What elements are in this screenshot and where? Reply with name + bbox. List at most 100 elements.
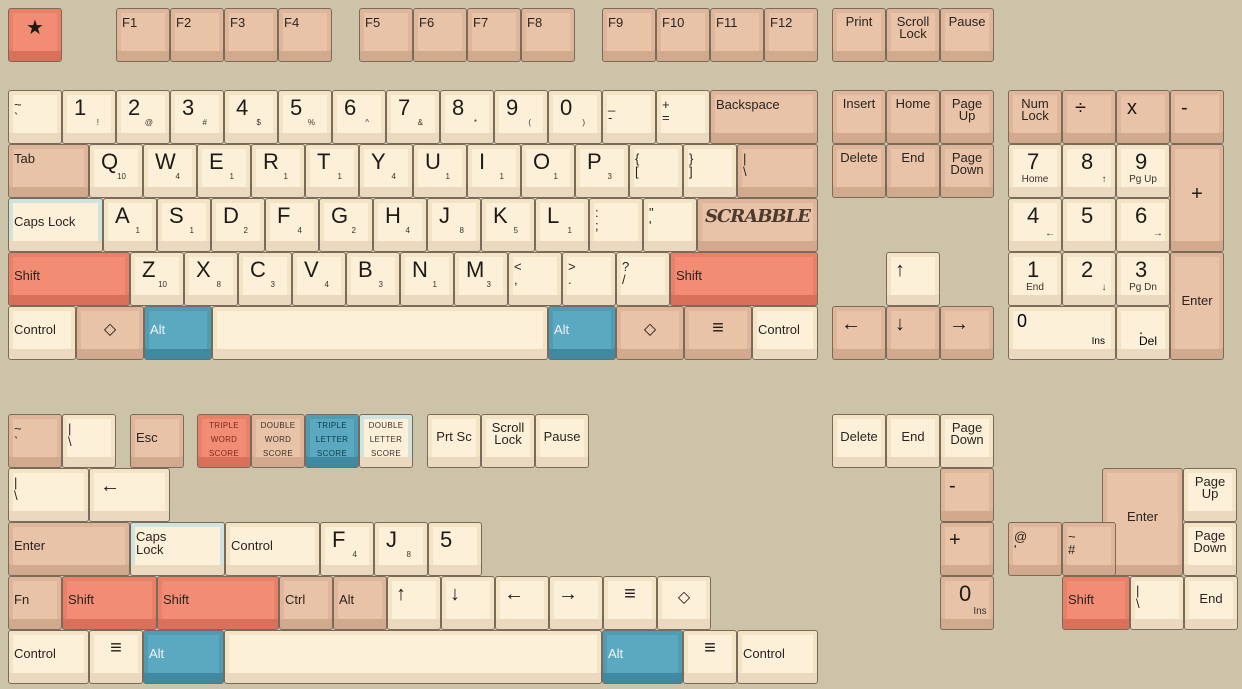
key-arrow-down-alt[interactable]: ↓	[441, 576, 495, 630]
key-y[interactable]: Y4	[359, 144, 413, 198]
key-q[interactable]: Q 10	[89, 144, 143, 198]
key-6[interactable]: 6 ^	[332, 90, 386, 144]
key-f3[interactable]: F3	[224, 8, 278, 62]
key-right-bracket[interactable]: } ]	[683, 144, 737, 198]
key-kp2[interactable]: 2 ↓	[1062, 252, 1116, 306]
key-2[interactable]: 2 @	[116, 90, 170, 144]
key-u[interactable]: U1	[413, 144, 467, 198]
key-a[interactable]: A1	[103, 198, 157, 252]
key-equals[interactable]: + =	[656, 90, 710, 144]
key-scrabble-logo[interactable]: SCRABBLE	[697, 198, 818, 252]
key-scroll-lock-alt[interactable]: Scroll Lock	[481, 414, 535, 468]
key-arrow-right[interactable]: →	[940, 306, 994, 360]
key-tilde-alt[interactable]: ~ `	[8, 414, 62, 468]
key-page-down-alt[interactable]: Page Down	[940, 414, 994, 468]
key-ctrl[interactable]: Ctrl	[279, 576, 333, 630]
key-triple-letter-score[interactable]: TRIPLE LETTER SCORE	[305, 414, 359, 468]
key-semicolon[interactable]: : ;	[589, 198, 643, 252]
key-kp-minus[interactable]: -	[1170, 90, 1224, 144]
key-tab[interactable]: Tab	[8, 144, 89, 198]
key-d[interactable]: D2	[211, 198, 265, 252]
key-s[interactable]: S1	[157, 198, 211, 252]
key-i[interactable]: I1	[467, 144, 521, 198]
key-o[interactable]: O1	[521, 144, 575, 198]
key-page-down-alt2[interactable]: Page Down	[1183, 522, 1237, 576]
key-prt-sc[interactable]: Prt Sc	[427, 414, 481, 468]
key-period[interactable]: > .	[562, 252, 616, 306]
key-right-control[interactable]: Control	[752, 306, 818, 360]
key-at-apostrophe[interactable]: @ '	[1008, 522, 1062, 576]
key-page-up[interactable]: Page Up	[940, 90, 994, 144]
key-enter-alt[interactable]: Enter	[8, 522, 130, 576]
key-control-alt-2[interactable]: Control	[8, 630, 89, 684]
key-f8[interactable]: F8	[521, 8, 575, 62]
key-kp8[interactable]: 8 ↑	[1062, 144, 1116, 198]
key-j-alt[interactable]: J8	[374, 522, 428, 576]
key-1[interactable]: 1!	[62, 90, 116, 144]
key-f2[interactable]: F2	[170, 8, 224, 62]
key-spacebar-alt[interactable]	[224, 630, 602, 684]
key-z[interactable]: Z 10	[130, 252, 184, 306]
key-kp5[interactable]: 5	[1062, 198, 1116, 252]
key-left-alt[interactable]: Alt	[144, 306, 212, 360]
key-5-alt[interactable]: 5	[428, 522, 482, 576]
key-f10[interactable]: F10	[656, 8, 710, 62]
key-arrow-left[interactable]: ←	[832, 306, 886, 360]
key-insert[interactable]: Insert	[832, 90, 886, 144]
key-spacebar[interactable]	[212, 306, 548, 360]
key-tilde-hash[interactable]: ~ #	[1062, 522, 1116, 576]
key-9[interactable]: 9(	[494, 90, 548, 144]
key-backspace[interactable]: Backspace	[710, 90, 818, 144]
key-kp0[interactable]: 0 Ins	[1008, 306, 1116, 360]
key-3[interactable]: 3 #	[170, 90, 224, 144]
key-f6[interactable]: F6	[413, 8, 467, 62]
key-alt-blue-2[interactable]: Alt	[602, 630, 683, 684]
key-7[interactable]: 7 &	[386, 90, 440, 144]
key-e[interactable]: E1	[197, 144, 251, 198]
key-scroll-lock[interactable]: Scroll Lock	[886, 8, 940, 62]
key-menu-alt[interactable]: ≡	[603, 576, 657, 630]
key-f1[interactable]: F1	[116, 8, 170, 62]
key-arrow-left-alt[interactable]: ←	[495, 576, 549, 630]
key-kp0-alt[interactable]: 0 Ins	[940, 576, 994, 630]
key-r[interactable]: R1	[251, 144, 305, 198]
key-delete-alt[interactable]: Delete	[832, 414, 886, 468]
key-left-bracket[interactable]: { [	[629, 144, 683, 198]
key-c[interactable]: C3	[238, 252, 292, 306]
key-kp-minus-alt[interactable]: -	[940, 468, 994, 522]
key-kp4[interactable]: 4 ←	[1008, 198, 1062, 252]
key-menu-alt-2[interactable]: ≡	[89, 630, 143, 684]
key-kp-dot[interactable]: . Del	[1116, 306, 1170, 360]
key-kp-plus[interactable]: +	[1170, 144, 1224, 252]
key-arrow-down[interactable]: ↓	[886, 306, 940, 360]
key-f-alt[interactable]: F4	[320, 522, 374, 576]
key-kp6[interactable]: 6 →	[1116, 198, 1170, 252]
key-menu[interactable]: ≡	[684, 306, 752, 360]
key-f9[interactable]: F9	[602, 8, 656, 62]
key-backspace-arrow[interactable]: ←	[89, 468, 170, 522]
key-l[interactable]: L1	[535, 198, 589, 252]
key-f7[interactable]: F7	[467, 8, 521, 62]
key-v[interactable]: V4	[292, 252, 346, 306]
key-b[interactable]: B3	[346, 252, 400, 306]
key-diamond-alt[interactable]: ◇	[657, 576, 711, 630]
key-t[interactable]: T1	[305, 144, 359, 198]
key-triple-word-score[interactable]: TRIPLE WORD SCORE	[197, 414, 251, 468]
key-g[interactable]: G2	[319, 198, 373, 252]
key-slash[interactable]: ? /	[616, 252, 670, 306]
key-f12[interactable]: F12	[764, 8, 818, 62]
key-delete[interactable]: Delete	[832, 144, 886, 198]
key-x[interactable]: X8	[184, 252, 238, 306]
key-multiply[interactable]: x	[1116, 90, 1170, 144]
key-num-lock[interactable]: Num Lock	[1008, 90, 1062, 144]
key-left-shift[interactable]: Shift	[8, 252, 130, 306]
key-star[interactable]: ★	[8, 8, 62, 62]
key-bar-alt[interactable]: | \	[62, 414, 116, 468]
key-control-alt[interactable]: Control	[225, 522, 320, 576]
key-home[interactable]: Home	[886, 90, 940, 144]
key-end-alt[interactable]: End	[886, 414, 940, 468]
key-caps-lock-alt[interactable]: Caps Lock	[130, 522, 225, 576]
key-shift-alt-2[interactable]: Shift	[157, 576, 279, 630]
key-shift-small[interactable]: Shift	[1062, 576, 1130, 630]
key-arrow-up-alt[interactable]: ↑	[387, 576, 441, 630]
